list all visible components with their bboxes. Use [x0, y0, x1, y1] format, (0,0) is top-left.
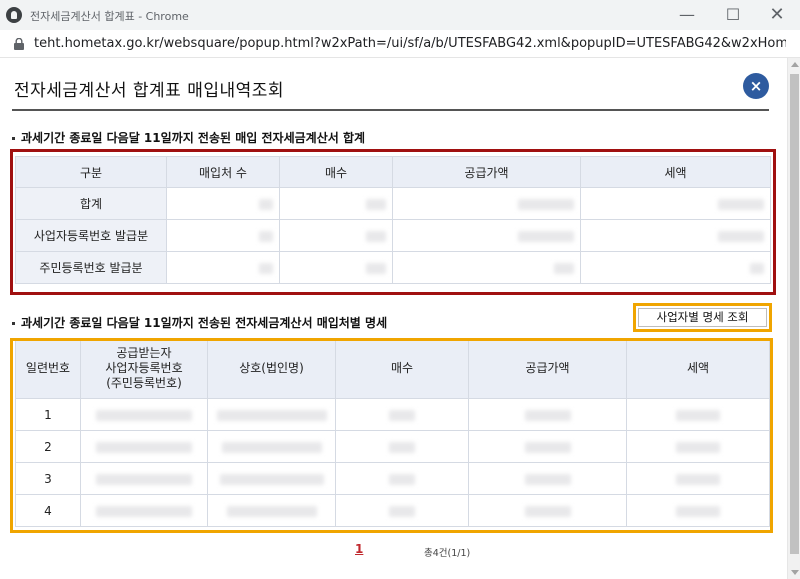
window-close-icon[interactable]: ✕ — [754, 0, 800, 30]
popup-close-button[interactable]: × — [743, 73, 769, 99]
maximize-icon[interactable]: ☐ — [710, 0, 756, 30]
scrollbar-thumb[interactable] — [790, 74, 799, 554]
bullet-icon — [12, 322, 15, 325]
url-text[interactable]: teht.hometax.go.kr/websquare/popup.html?… — [34, 36, 786, 51]
summary-section-title-text: 과세기간 종료일 다음달 11일까지 전송된 매입 전자세금계산서 합계 — [21, 131, 366, 145]
address-bar[interactable]: teht.hometax.go.kr/websquare/popup.html?… — [0, 30, 800, 58]
scroll-up-icon[interactable] — [791, 62, 799, 67]
popup-content: 전자세금계산서 합계표 매입내역조회 × 과세기간 종료일 다음달 11일까지 … — [0, 58, 787, 579]
lock-icon — [14, 38, 24, 50]
page-link-1[interactable]: 1 — [355, 542, 363, 556]
summary-highlight-box — [10, 149, 776, 295]
window-title: 전자세금계산서 합계표 - Chrome — [30, 10, 189, 23]
business-detail-lookup-button[interactable]: 사업자별 명세 조회 — [638, 308, 767, 327]
minimize-icon[interactable]: — — [664, 0, 710, 30]
lookup-button-highlight: 사업자별 명세 조회 — [633, 303, 772, 332]
vertical-scrollbar[interactable] — [787, 58, 800, 579]
title-divider — [12, 109, 769, 111]
bullet-icon — [12, 137, 15, 140]
page-title: 전자세금계산서 합계표 매입내역조회 — [14, 81, 285, 101]
detail-section-title-text: 과세기간 종료일 다음달 11일까지 전송된 전자세금계산서 매입처별 명세 — [21, 316, 388, 330]
window-titlebar: 전자세금계산서 합계표 - Chrome — ☐ ✕ — [0, 0, 800, 30]
total-count-text: 총4건(1/1) — [424, 548, 471, 559]
detail-highlight-box — [10, 338, 773, 533]
scroll-down-icon[interactable] — [791, 570, 799, 575]
summary-section-title: 과세기간 종료일 다음달 11일까지 전송된 매입 전자세금계산서 합계 — [12, 129, 365, 146]
chrome-app-icon — [6, 7, 22, 23]
detail-section-title: 과세기간 종료일 다음달 11일까지 전송된 전자세금계산서 매입처별 명세 — [12, 314, 387, 331]
